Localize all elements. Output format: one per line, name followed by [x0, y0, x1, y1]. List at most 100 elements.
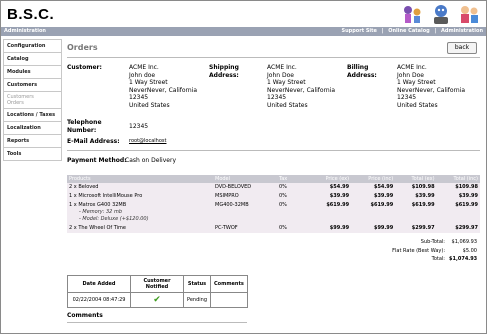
address-line: 1 Way Street	[267, 79, 306, 86]
column-header: Status	[183, 275, 211, 293]
address-line: 12345	[267, 94, 287, 101]
family-mascot-icon[interactable]	[400, 3, 426, 25]
address-line: NeverNever, California	[267, 86, 336, 94]
payment-value: Cash on Delivery	[125, 157, 176, 164]
product-tax: 0%	[277, 192, 309, 201]
sidebar-submenu: Customers Orders	[3, 92, 62, 109]
store-logo: B.S.C.	[7, 6, 55, 23]
email-label: E-Mail Address:	[67, 138, 120, 145]
price-ex: $39.99	[309, 192, 352, 201]
sidebar-item-localization[interactable]: Localization	[3, 122, 62, 135]
product-model: MG400-32MB	[213, 201, 277, 224]
payment-label: Payment Method:	[67, 157, 127, 164]
support-site-link[interactable]: Support Site	[341, 28, 376, 34]
product-model: PC-TWOF	[213, 224, 277, 233]
address-line: ACME Inc.	[397, 64, 427, 71]
customer-address: ACME Inc. John doe 1 Way Street NeverNev…	[129, 64, 197, 109]
total-label: Total:	[431, 256, 445, 262]
divider	[67, 57, 480, 58]
product-model: MSIMPRO	[213, 192, 277, 201]
total-inc: $619.99	[436, 201, 480, 224]
product-name: 2 x The Wheel Of Time	[67, 224, 213, 233]
top-nav-bar: Administration Support Site | Online Cat…	[1, 27, 486, 36]
comments-value	[210, 292, 248, 308]
column-header: Tax	[277, 175, 309, 183]
product-attribute: - Model: Deluxe (+$120.00)	[79, 216, 149, 222]
address-line: NeverNever, California	[397, 86, 466, 94]
address-line: 12345	[129, 94, 149, 101]
shipping-label: Shipping Address:	[209, 64, 239, 79]
administration-link[interactable]: Administration	[441, 28, 483, 34]
date-added: 02/22/2004 08:47:29	[67, 292, 131, 308]
order-totals: Sub-Total: $1,069.93 Flat Rate (Best Way…	[392, 238, 477, 264]
column-header: Products	[67, 175, 213, 183]
product-tax: 0%	[277, 201, 309, 224]
price-inc: $619.99	[351, 201, 396, 224]
total-label: Sub-Total:	[420, 239, 445, 245]
header-icons	[400, 3, 482, 25]
table-row: 02/22/2004 08:47:29 ✔ Pending	[67, 292, 248, 308]
checkmark-icon: ✔	[153, 295, 161, 305]
divider	[67, 150, 480, 151]
column-header: Model	[213, 175, 277, 183]
product-tax: 0%	[277, 224, 309, 233]
address-line: United States	[129, 101, 170, 109]
price-inc: $39.99	[351, 192, 396, 201]
total-inc: $39.99	[436, 192, 480, 201]
sidebar-item-reports[interactable]: Reports	[3, 135, 62, 148]
column-header: Comments	[210, 275, 248, 293]
telephone-label: Telephone Number:	[67, 119, 102, 134]
sidebar-item-locations-taxes[interactable]: Locations / Taxes	[3, 109, 62, 122]
sidebar-item-catalog[interactable]: Catalog	[3, 53, 62, 66]
sidebar-item-tools[interactable]: Tools	[3, 148, 62, 161]
price-ex: $54.99	[309, 183, 352, 192]
back-button[interactable]: back	[447, 42, 477, 54]
table-row: 1 x Microsoft IntelliMouse Pro MSIMPRO 0…	[67, 192, 480, 201]
shipping-cost-row: Flat Rate (Best Way): $5.00	[392, 247, 477, 256]
customer-notified-cell: ✔	[130, 292, 184, 308]
total-ex: $619.99	[395, 201, 437, 224]
column-header: Total (ex)	[395, 175, 437, 183]
total-value: $1,069.93	[451, 239, 477, 245]
sidebar-item-customers[interactable]: Customers	[3, 79, 62, 92]
checkout-mascot-icon[interactable]	[456, 3, 482, 25]
total-label: Flat Rate (Best Way):	[392, 247, 445, 254]
admin-sidebar: Configuration Catalog Modules Customers …	[3, 39, 62, 161]
address-line: John Doe	[397, 71, 424, 79]
product-cell: 1 x Matrox G400 32MB - Memory: 32 mb - M…	[67, 201, 213, 224]
column-header: Total (inc)	[436, 175, 480, 183]
billing-label: Billing Address:	[347, 64, 377, 79]
sidebar-item-configuration[interactable]: Configuration	[3, 39, 62, 53]
address-line: NeverNever, California	[129, 86, 198, 94]
grand-total-row: Total: $1,074.93	[392, 255, 478, 264]
column-header: Date Added	[67, 275, 131, 293]
column-header: Price (ex)	[309, 175, 352, 183]
table-header-row: Date Added Customer Notified Status Comm…	[67, 275, 248, 293]
sidebar-subitem-orders[interactable]: Orders	[7, 100, 58, 106]
online-catalog-link[interactable]: Online Catalog	[388, 28, 429, 34]
price-ex: $99.99	[309, 224, 352, 233]
catalog-mascot-icon[interactable]	[428, 3, 454, 25]
address-line: United States	[267, 101, 308, 109]
status-history-table: Date Added Customer Notified Status Comm…	[67, 275, 248, 308]
admin-window: B.S.C. Administration Support Site | Onl…	[0, 0, 487, 334]
sidebar-item-modules[interactable]: Modules	[3, 66, 62, 79]
email-link[interactable]: root@localhost	[129, 138, 166, 146]
products-table: Products Model Tax Price (ex) Price (inc…	[67, 175, 480, 233]
total-ex: $299.97	[395, 224, 437, 233]
product-model: DVD-BELOVED	[213, 183, 277, 192]
topbar-separator: |	[381, 28, 384, 34]
total-inc: $109.98	[436, 183, 480, 192]
subtotal-row: Sub-Total: $1,069.93	[392, 238, 477, 247]
topbar-separator: |	[434, 28, 437, 34]
page-title: Orders	[67, 43, 98, 52]
total-value: $5.00	[462, 247, 477, 254]
customer-label: Customer:	[67, 64, 102, 71]
status-value: Pending	[183, 292, 211, 308]
table-row: 2 x Beloved DVD-BELOVED 0% $54.99 $54.99…	[67, 183, 480, 192]
product-tax: 0%	[277, 183, 309, 192]
total-ex: $109.98	[395, 183, 437, 192]
topbar-title: Administration	[4, 28, 46, 34]
total-inc: $299.97	[436, 224, 480, 233]
address-line: ACME Inc.	[267, 64, 297, 71]
